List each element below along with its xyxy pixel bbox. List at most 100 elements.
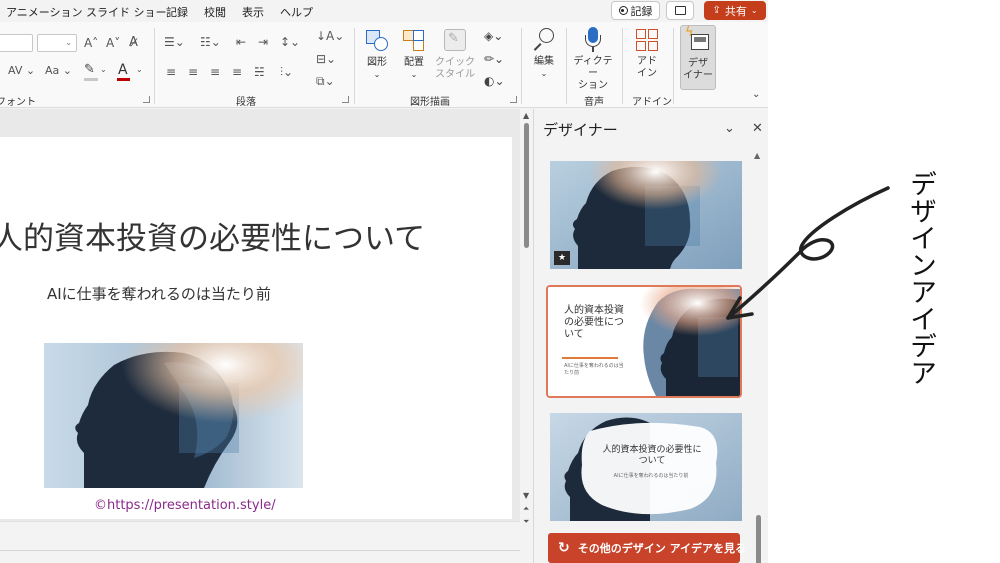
card3-subtitle: AIに仕事を奪われるのは当たり前 bbox=[613, 473, 689, 479]
clear-format-icon[interactable]: A̷ bbox=[129, 36, 138, 49]
chevron-down-icon[interactable]: ⌄ bbox=[136, 66, 143, 74]
slide-credit[interactable]: ©https://presentation.style/ bbox=[94, 498, 276, 513]
shape-outline-icon[interactable]: ✏⌄ bbox=[484, 53, 504, 65]
slide-subtitle[interactable]: AIに仕事を奪われるのは当たり前 bbox=[47, 283, 271, 304]
record-button[interactable]: 記録 bbox=[611, 1, 660, 20]
close-icon[interactable]: ✕ bbox=[752, 121, 763, 136]
edit-button[interactable]: 編集 ⌄ bbox=[527, 27, 561, 80]
columns-icon[interactable]: ⫶⌄ bbox=[280, 66, 293, 78]
shape-effects-icon[interactable]: ◐⌄ bbox=[484, 75, 505, 87]
share-label: 共有 bbox=[724, 4, 747, 18]
designer-icon: ϟ bbox=[685, 26, 711, 55]
share-icon: ⇪ bbox=[712, 5, 721, 16]
arrange-label: 配置 bbox=[404, 57, 424, 68]
font-color-icon[interactable]: A bbox=[118, 63, 128, 77]
slide[interactable]: 人的資本投資の必要性について AIに仕事を奪われるのは当たり前 ©https:/… bbox=[0, 137, 512, 519]
more-design-ideas-button[interactable]: ↻ その他のデザイン アイデアを見る bbox=[548, 533, 746, 563]
tab-view[interactable]: 表示 bbox=[242, 4, 264, 20]
justify-icon[interactable]: ≡ bbox=[232, 66, 242, 78]
scroll-thumb[interactable] bbox=[524, 123, 529, 248]
group-separator bbox=[521, 28, 522, 104]
addins-label-1: アド bbox=[637, 56, 657, 67]
tab-help[interactable]: ヘルプ bbox=[280, 4, 313, 20]
ribbon-tab-bar: アニメーション スライド ショー 記録 校閲 表示 ヘルプ 記録 ⇪ 共有 ⌄ bbox=[0, 0, 768, 22]
slide-photo[interactable] bbox=[44, 343, 303, 488]
shrink-font-icon[interactable]: A˅ bbox=[106, 37, 120, 49]
distributed-icon[interactable]: ☵ bbox=[254, 66, 265, 78]
char-spacing-icon[interactable]: AV ⌄ bbox=[8, 65, 35, 76]
align-right-icon[interactable]: ≡ bbox=[210, 66, 220, 78]
design-idea-badge-icon: ★ bbox=[554, 251, 570, 265]
paragraph-dialog-launcher[interactable] bbox=[342, 96, 349, 103]
tab-review[interactable]: 校閲 bbox=[204, 4, 226, 20]
annotation-arrow bbox=[726, 186, 890, 320]
scroll-up-icon[interactable]: ▲ bbox=[754, 151, 760, 160]
annotation-label: デザインアイデア bbox=[905, 170, 936, 386]
record-dot-icon bbox=[618, 6, 628, 15]
share-button[interactable]: ⇪ 共有 ⌄ bbox=[704, 1, 766, 20]
refresh-icon: ↻ bbox=[558, 540, 570, 556]
align-left-icon[interactable]: ≡ bbox=[166, 66, 176, 78]
smartart-icon[interactable]: ⧉⌄ bbox=[316, 75, 335, 87]
highlight-icon[interactable]: ✎ bbox=[84, 63, 95, 76]
card2-subtitle: AIに仕事を奪われるのは当たり前 bbox=[564, 363, 624, 376]
edit-label: 編集 bbox=[534, 56, 554, 67]
dictate-button[interactable]: ディクテー ション bbox=[570, 27, 616, 92]
magnifier-icon bbox=[531, 27, 557, 53]
line-spacing-icon[interactable]: ↕⌄ bbox=[280, 36, 300, 48]
next-slide-icon[interactable]: ⏷ bbox=[523, 517, 529, 527]
shapes-button[interactable]: 図形 ⌄ bbox=[360, 28, 394, 81]
grow-font-icon[interactable]: A˄ bbox=[84, 37, 98, 49]
font-dialog-launcher[interactable] bbox=[143, 96, 150, 103]
quick-style-icon: ✎ bbox=[442, 28, 468, 54]
group-separator bbox=[154, 28, 155, 104]
comments-button[interactable] bbox=[666, 1, 694, 20]
comment-icon bbox=[674, 6, 686, 15]
scroll-down-icon[interactable]: ▼ bbox=[523, 491, 529, 500]
drawing-dialog-launcher[interactable] bbox=[510, 96, 517, 103]
text-direction-icon[interactable]: ↓A⌄ bbox=[316, 30, 344, 42]
slide-title[interactable]: 人的資本投資の必要性について bbox=[0, 213, 425, 258]
designer-pane-title: デザイナー bbox=[543, 121, 618, 139]
change-case-icon[interactable]: Aa ⌄ bbox=[45, 65, 72, 76]
dictate-label-2: ション bbox=[578, 80, 608, 91]
increase-indent-icon[interactable]: ⇥ bbox=[258, 36, 268, 48]
slide-canvas: 人的資本投資の必要性について AIに仕事を奪われるのは当たり前 ©https:/… bbox=[0, 109, 520, 521]
tab-animations[interactable]: アニメーション bbox=[6, 4, 83, 20]
tab-slideshow[interactable]: スライド ショー bbox=[86, 4, 167, 20]
addins-label-2: イン bbox=[637, 68, 657, 79]
font-group-label: フォント bbox=[0, 97, 36, 108]
designer-button[interactable]: ϟ デザ イナー bbox=[680, 25, 716, 90]
scroll-up-icon[interactable]: ▲ bbox=[523, 111, 529, 120]
align-text-icon[interactable]: ⊟⌄ bbox=[316, 53, 336, 65]
previous-slide-icon[interactable]: ⏶ bbox=[523, 504, 529, 514]
align-center-icon[interactable]: ≡ bbox=[188, 66, 198, 78]
shape-fill-icon[interactable]: ◈⌄ bbox=[484, 30, 503, 42]
font-name-combo[interactable] bbox=[0, 34, 33, 52]
group-separator bbox=[354, 28, 355, 104]
card3-title: 人的資本投資の必要性について bbox=[602, 445, 702, 466]
bullets-icon[interactable]: ☰⌄ bbox=[164, 36, 185, 48]
addin-group-label: アドイン bbox=[632, 97, 672, 108]
dictate-label-1: ディクテー bbox=[573, 56, 613, 79]
arrange-button[interactable]: 配置 ⌄ bbox=[397, 28, 431, 81]
addins-button[interactable]: アド イン bbox=[627, 27, 667, 80]
numbering-icon[interactable]: ☷⌄ bbox=[200, 36, 221, 48]
addins-grid-icon bbox=[634, 27, 660, 53]
design-idea-card-3[interactable]: 人的資本投資の必要性について AIに仕事を奪われるのは当たり前 bbox=[550, 413, 742, 521]
quick-style-label-2: スタイル bbox=[435, 69, 475, 80]
tab-record[interactable]: 記録 bbox=[166, 4, 188, 20]
font-size-combo[interactable]: ⌄ bbox=[37, 34, 77, 52]
shapes-icon bbox=[364, 28, 390, 54]
slide-scrollbar[interactable]: ▲ ▼ ⏶ ⏷ bbox=[520, 109, 533, 539]
quick-style-button[interactable]: ✎ クイック スタイル bbox=[432, 28, 478, 81]
highlight-color-bar bbox=[84, 78, 98, 81]
chevron-down-icon[interactable]: ⌄ bbox=[724, 121, 735, 136]
shapes-label: 図形 bbox=[367, 57, 387, 68]
record-label: 記録 bbox=[630, 4, 653, 18]
paragraph-group-label: 段落 bbox=[236, 97, 256, 108]
decrease-indent-icon[interactable]: ⇤ bbox=[236, 36, 246, 48]
ribbon-collapse-icon[interactable]: ⌄ bbox=[752, 90, 760, 100]
chevron-down-icon[interactable]: ⌄ bbox=[100, 66, 107, 74]
designer-scroll-thumb[interactable] bbox=[756, 515, 761, 563]
